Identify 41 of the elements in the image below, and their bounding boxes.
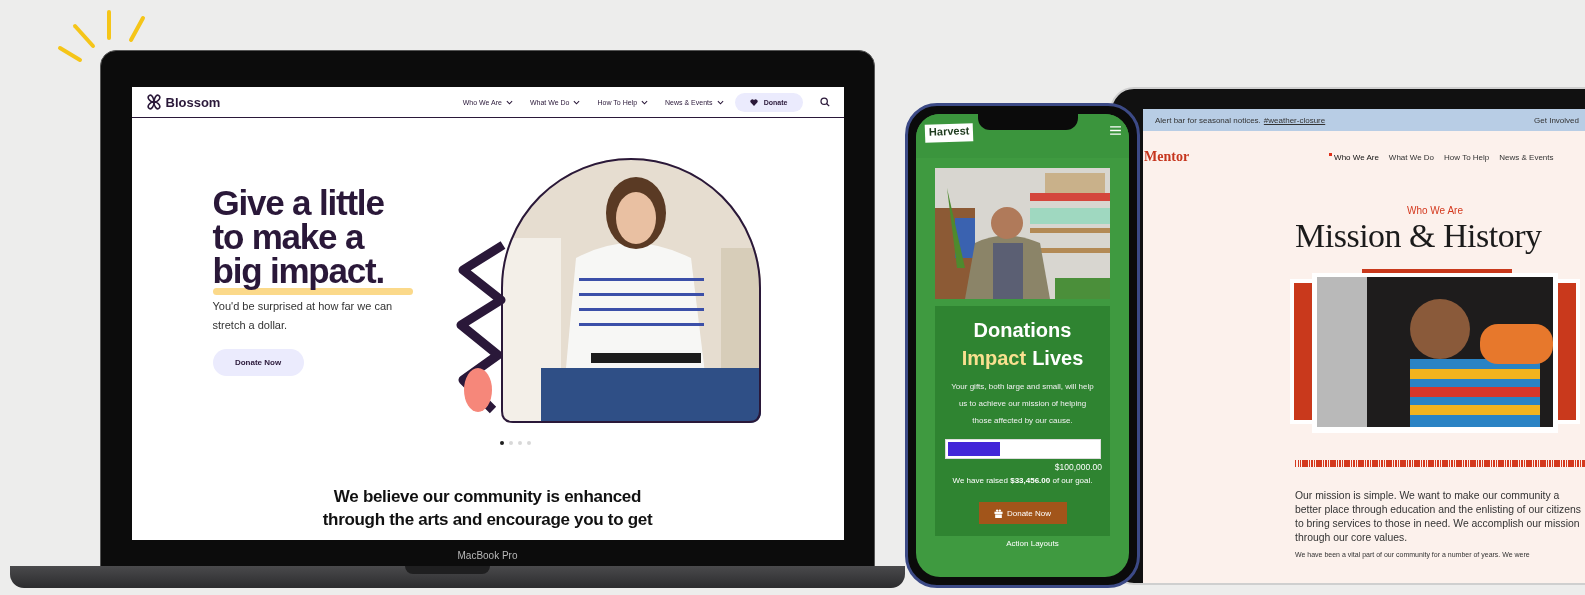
- hero-headline-line: to make a: [212, 220, 365, 254]
- carousel-dot[interactable]: [527, 441, 531, 445]
- heart-icon: [749, 98, 758, 106]
- page-title: Mission & History: [1295, 217, 1543, 255]
- laptop-label: MacBook Pro: [457, 550, 518, 561]
- donate-now-button[interactable]: Donate Now: [212, 349, 304, 376]
- chevron-down-icon: [716, 99, 724, 105]
- site-logo[interactable]: Blossom: [165, 94, 221, 110]
- carousel-dot[interactable]: [500, 441, 504, 445]
- nav-link[interactable]: What We Do: [1388, 152, 1435, 162]
- carousel-dot[interactable]: [509, 441, 513, 445]
- chevron-down-icon: [573, 99, 581, 105]
- site-logo[interactable]: Harvest: [924, 123, 974, 143]
- carousel-dot[interactable]: [518, 441, 522, 445]
- nav-link[interactable]: Who We Are: [1329, 152, 1379, 162]
- mission-paragraph: Our mission is simple. We want to make our community a better place through education and the enlisting of our citizens to bring services to those in need. We accomplish our mission through our core values.: [1295, 489, 1582, 545]
- chevron-down-icon: [505, 99, 513, 105]
- menu-icon[interactable]: [1110, 126, 1121, 135]
- section-eyebrow: Who We Are: [1407, 205, 1463, 216]
- nav-link[interactable]: How To Help: [1444, 152, 1490, 162]
- search-icon[interactable]: [819, 97, 830, 107]
- flower-logo-icon: [145, 94, 162, 110]
- hero-headline-line: Give a little: [212, 186, 385, 220]
- donate-now-button[interactable]: Donate Now: [978, 502, 1067, 524]
- hero-headline-line: big impact.: [212, 254, 386, 288]
- card-text: Your gifts, both large and small, will help us to achieve our mission of helping those affected by our cause.: [950, 381, 1095, 427]
- card-title-word: Impact: [961, 346, 1027, 371]
- alert-link[interactable]: #weather-closure: [1263, 115, 1326, 125]
- get-involved-link[interactable]: Get Involved: [1534, 115, 1579, 125]
- card-title-word: Donations: [973, 318, 1072, 343]
- card-title-word: Lives: [1032, 346, 1084, 371]
- raised-text: We have raised $33,456.00 of our goal.: [952, 475, 1093, 487]
- mission-statement: We believe our community is enhanced through the arts and encourage you to get: [321, 486, 654, 531]
- nav-link[interactable]: News & Events: [1499, 152, 1554, 162]
- section-link[interactable]: Action Layouts: [1006, 539, 1059, 548]
- goal-amount: $100,000.00: [1054, 462, 1102, 472]
- site-logo[interactable]: Mentor: [1144, 149, 1190, 165]
- hero-subtitle: You'd be surprised at how far we can stretch a dollar.: [212, 299, 394, 333]
- chevron-down-icon: [641, 99, 649, 105]
- alert-text: Alert bar for seasonal notices.: [1155, 115, 1261, 125]
- gift-icon: [994, 508, 1003, 518]
